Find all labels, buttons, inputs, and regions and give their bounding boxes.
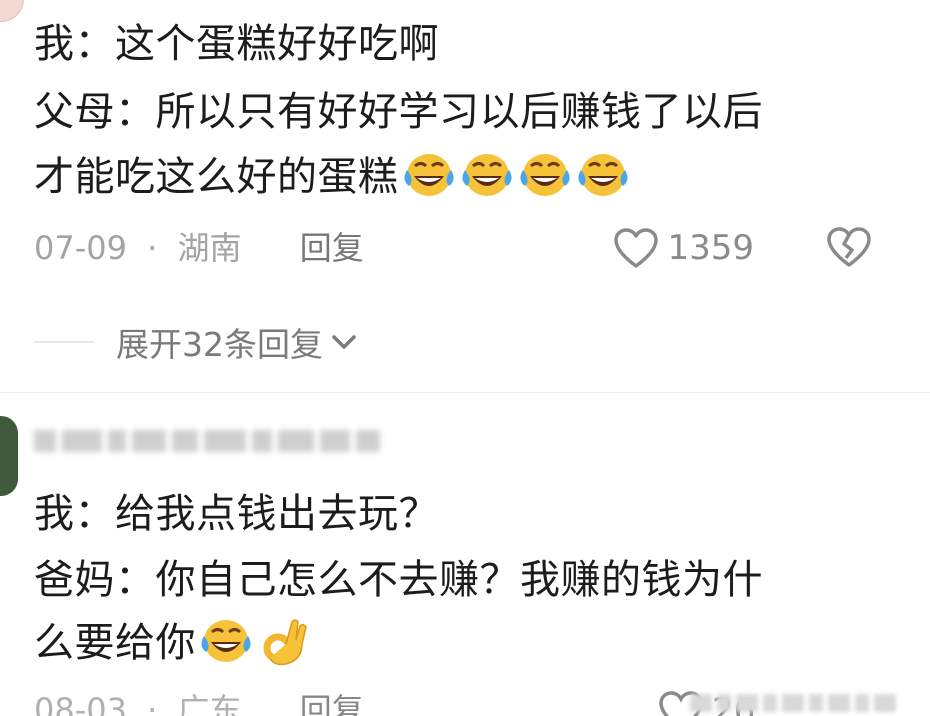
comment-text-line: 我：给我点钱出去玩？ <box>34 491 439 537</box>
comment-text-line: 才能吃这么好的蛋糕 <box>34 152 633 206</box>
comment-text-line: 么要给你 <box>34 618 314 672</box>
heart-icon <box>614 228 659 268</box>
broken-heart-icon[interactable] <box>826 226 872 268</box>
comment-location: 湖南 <box>177 229 242 267</box>
emoji-group <box>198 614 314 668</box>
ok-hand-emoji <box>263 619 307 666</box>
reply-button[interactable]: 回复 <box>300 691 364 716</box>
like-count: 1359 <box>667 228 754 268</box>
emoji-group <box>401 148 633 202</box>
comment-meta: 07-09 · 湖南 回复 <box>34 228 364 268</box>
watermark-blur <box>690 694 901 712</box>
divider-line <box>34 341 94 343</box>
comment-divider <box>0 392 930 393</box>
comment-location: 广东 <box>177 691 242 716</box>
meta-separator: · <box>147 691 158 716</box>
avatar[interactable] <box>0 416 18 496</box>
comment-text-line: 我：这个蛋糕好好吃啊 <box>34 21 439 67</box>
comment-date: 08-03 <box>34 691 127 716</box>
comment-text: 么要给你 <box>34 620 196 666</box>
reply-button[interactable]: 回复 <box>300 228 364 268</box>
tears-of-joy-emoji <box>403 154 454 196</box>
comment-text: 才能吃这么好的蛋糕 <box>34 154 399 200</box>
tears-of-joy-emoji <box>577 154 628 196</box>
tears-of-joy-emoji <box>201 620 251 662</box>
username-blurred[interactable] <box>34 424 386 458</box>
like-button[interactable]: 1359 <box>613 226 754 270</box>
meta-separator: · <box>147 229 158 267</box>
comment-text-line: 父母：所以只有好好学习以后赚钱了以后 <box>34 89 763 135</box>
tears-of-joy-emoji <box>519 154 570 196</box>
avatar[interactable] <box>0 0 24 22</box>
comment-date: 07-09 <box>34 229 127 267</box>
expand-replies-label: 展开32条回复 <box>116 325 323 364</box>
tears-of-joy-emoji <box>461 154 512 196</box>
comment-meta-partial: 08-03 · 广东 回复 26 <box>0 690 930 716</box>
chevron-down-icon <box>332 335 356 349</box>
expand-replies-button[interactable]: 展开32条回复 <box>34 318 359 366</box>
comment-text-line: 爸妈：你自己怎么不去赚？我赚的钱为什 <box>34 557 763 603</box>
